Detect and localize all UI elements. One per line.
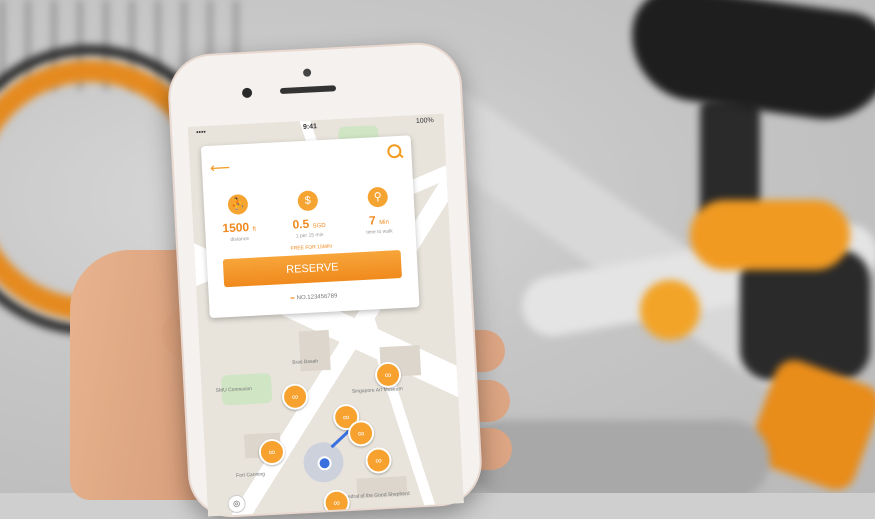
bike-id-number: NO.123456789 bbox=[296, 293, 338, 302]
search-icon[interactable] bbox=[386, 143, 402, 159]
back-arrow-icon[interactable]: ⟵ bbox=[210, 159, 231, 177]
distance-stat: ⛹ 1500 ft distance bbox=[205, 193, 271, 244]
walk-icon: ⛹ bbox=[227, 193, 249, 215]
front-camera bbox=[302, 68, 312, 77]
walk-time-unit: Min bbox=[379, 219, 390, 227]
reserve-button[interactable]: RESERVE bbox=[222, 250, 402, 288]
price-caption: 1 per 15 min bbox=[295, 232, 324, 240]
app-screen: Bras Basah Singapore Art Museum Cathedra… bbox=[187, 113, 464, 517]
orange-reflector bbox=[640, 280, 700, 340]
distance-unit: ft bbox=[252, 226, 257, 233]
bike-icon: ⚲ bbox=[367, 186, 389, 208]
map-label: Singapore Art Museum bbox=[351, 386, 403, 395]
price-unit: SGD bbox=[312, 222, 326, 230]
bike-seat bbox=[623, 0, 875, 128]
bike-info-card: ⟵ ⛹ 1500 ft distance $ 0.5 SGD 1 per 15 … bbox=[200, 135, 420, 319]
status-time: 9:41 bbox=[302, 123, 318, 131]
walk-time-caption: time to walk bbox=[366, 228, 393, 236]
earpiece-speaker bbox=[279, 85, 337, 95]
bike-id: ∞ NO.123456789 bbox=[209, 289, 419, 306]
walk-time-stat: ⚲ 7 Min time to walk bbox=[345, 185, 411, 236]
bike-id-icon: ∞ bbox=[290, 295, 295, 302]
map-label: Fort Canning bbox=[235, 471, 266, 479]
distance-caption: distance bbox=[230, 235, 250, 243]
battery-level: 100% bbox=[415, 117, 434, 126]
coin-icon: $ bbox=[297, 190, 319, 212]
proximity-sensor bbox=[241, 87, 253, 99]
carrier-signal: •••• bbox=[195, 129, 207, 137]
bike-pin[interactable]: ∞ bbox=[323, 489, 351, 517]
price-stat: $ 0.5 SGD 1 per 15 min bbox=[275, 189, 341, 240]
bike-chainstay bbox=[470, 420, 770, 493]
walk-time-value: 7 bbox=[368, 213, 377, 228]
distance-value: 1500 bbox=[222, 219, 250, 236]
orange-frame-part bbox=[690, 200, 850, 270]
smartphone: Bras Basah Singapore Art Museum Cathedra… bbox=[166, 40, 484, 519]
price-value: 0.5 bbox=[292, 216, 310, 232]
